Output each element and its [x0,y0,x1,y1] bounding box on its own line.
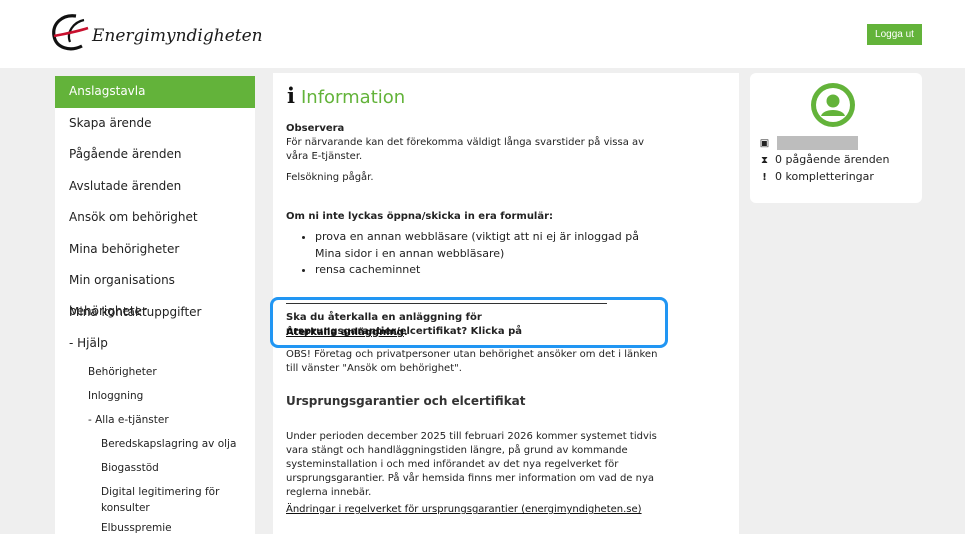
obs-text-1: OBS! Företag och privatpersoner utan beh… [286,349,658,360]
sidebar-item-min-organisations-behorigheter[interactable]: Min organisations behörigheter [55,265,255,318]
info-icon: i [287,83,295,108]
complements-text: 0 kompletteringar [775,170,874,183]
section-heading: Ursprungsgarantier och elcertifikat [286,394,526,408]
forms-heading: Om ni inte lyckas öppna/skicka in era fo… [286,211,554,222]
exclamation-icon: ! [762,172,767,183]
id-card-row: ▣ [758,136,775,149]
period-line-2: vara stängt och handläggningstiden längr… [286,445,628,456]
profile-card: ▣ ⧗ 0 pågående ärenden ! 0 kompletteringar [750,73,922,203]
observera-text-2: våra E-tjänster. [286,151,363,162]
sidebar-item-behorigheter[interactable]: Behörigheter [55,360,255,384]
page-title: i Information [287,83,405,108]
page-title-text: Information [300,87,406,108]
sidebar-item-inloggning[interactable]: Inloggning [55,384,255,408]
sidebar-item-anslagstavla[interactable]: Anslagstavla [55,76,255,108]
period-line-1: Under perioden december 2025 till februa… [286,431,657,442]
observera-text-1: För närvarande kan det förekomma väldigt… [286,137,645,148]
highlight-box [270,297,668,348]
sidebar-item-digital-legitimering-cont[interactable]: konsulter [55,500,255,516]
pending-row: ⧗ 0 pågående ärenden [758,153,889,166]
regelverk-link-line: Ändringar i regelverket för ursprungsgar… [286,503,666,517]
sidebar-item-pagaende-arenden[interactable]: Pågående ärenden [55,139,255,171]
list-item: prova en annan webbläsare (viktigt att n… [315,229,661,262]
period-line-4: ursprungsgarantier. På vår hemsida finns… [286,473,655,484]
obs-text-2: till vänster "Ansök om behörighet". [286,363,462,374]
user-name-redacted [777,136,858,150]
sidebar-item-ansok-om-behorighet[interactable]: Ansök om behörighet [55,202,255,234]
list-item: rensa cacheminnet [315,262,661,279]
hourglass-icon: ⧗ [760,155,769,166]
sidebar-item-beredskapslagring[interactable]: Beredskapslagring av olja [55,432,255,456]
complements-row: ! 0 kompletteringar [758,170,874,183]
regelverk-link[interactable]: Ändringar i regelverket för ursprungsgar… [286,504,642,515]
observera-heading: Observera [286,123,345,134]
period-line-5: reglerna innebär. [286,487,372,498]
sidebar-item-avslutade-arenden[interactable]: Avslutade ärenden [55,171,255,203]
logout-button[interactable]: Logga ut [867,24,922,45]
header: Energimyndigheten Logga ut [0,0,965,68]
period-line-3: systeminstallation i och med införandet … [286,459,619,470]
sidebar-item-elbusspremie[interactable]: Elbusspremie [55,516,255,534]
sidebar-item-mina-kontaktuppgifter[interactable]: Mina kontaktuppgifter [55,297,255,329]
sidebar-item-skapa-arende[interactable]: Skapa ärende [55,108,255,140]
sidebar-nav: Anslagstavla Skapa ärende Pågående ärend… [55,76,255,534]
logo-text: Energimyndigheten [92,26,263,46]
felsokning-text: Felsökning pågår. [286,172,374,183]
sidebar-item-hjalp[interactable]: - Hjälp [55,328,255,360]
sidebar-item-digital-legitimering[interactable]: Digital legitimering för [55,484,255,500]
sidebar-item-mina-behorigheter[interactable]: Mina behörigheter [55,234,255,266]
sidebar-item-alla-e-tjanster[interactable]: - Alla e-tjänster [55,408,255,432]
sidebar-item-biogasstod[interactable]: Biogasstöd [55,456,255,480]
id-card-icon: ▣ [759,138,770,149]
troubleshoot-list: prova en annan webbläsare (viktigt att n… [301,229,661,279]
user-avatar-icon [811,83,855,127]
pending-text: 0 pågående ärenden [775,153,890,166]
